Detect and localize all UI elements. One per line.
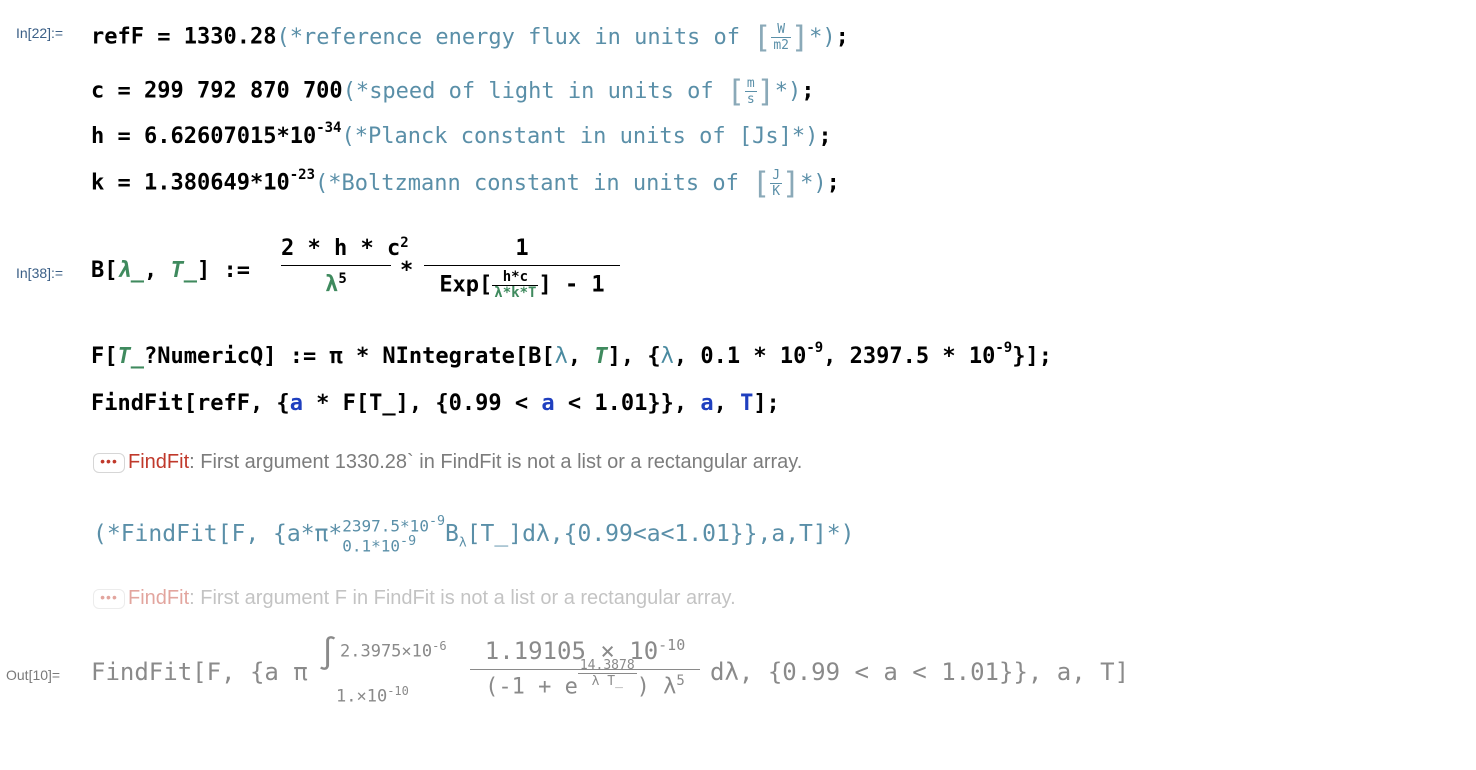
input-label-in22: In[22]:=: [16, 25, 64, 41]
output-label-out10: Out[10]=: [6, 667, 61, 683]
input-line-refF[interactable]: refF = 1330.28(*reference energy flux in…: [91, 20, 849, 55]
var-name: h: [91, 124, 105, 149]
value: 1.380649: [144, 170, 250, 196]
comment: (*Boltzmann constant in units of [J K]*): [315, 166, 827, 201]
message-findfit-2: ••• FindFit: First argument F in FindFit …: [93, 587, 736, 610]
output-findfit-head: FindFit[F, {a π: [91, 658, 308, 686]
input-label-in38: In[38]:=: [16, 265, 64, 281]
message-menu-icon[interactable]: •••: [93, 452, 125, 473]
operator: =: [117, 170, 131, 196]
input-line-k[interactable]: k = 1.380649*10-23(*Boltzmann constant i…: [91, 166, 840, 201]
integral-lower-limit: 1.×10-10: [336, 684, 409, 707]
fraction-2: 1 Exp[h*c λ*k*T] - 1: [424, 236, 620, 301]
input-line-h[interactable]: h = 6.62607015*10-34(*Planck constant in…: [91, 120, 832, 149]
fraction-1: 2 * h * c2 λ5: [281, 235, 409, 297]
commented-findfit[interactable]: (*FindFit[F, {a*π* 2397.5*10-9 0.1*10-9 Bλ[…: [93, 514, 854, 555]
comment: (*speed of light in units of [m s]*): [342, 74, 802, 109]
planck-def-lhs[interactable]: B[λ_, T_] :=: [91, 258, 250, 283]
value: 6.62607015: [144, 124, 277, 149]
comment: (*reference energy flux in units of [Wm2…: [276, 20, 836, 55]
var-name: c: [91, 78, 105, 104]
message-menu-icon[interactable]: •••: [93, 588, 125, 609]
integral-sign-icon: ∫: [318, 634, 338, 672]
F-definition[interactable]: F[T_?NumericQ] := π * NIntegrate[B[λ, T]…: [91, 340, 1052, 369]
output-findfit-tail: dλ, {0.99 < a < 1.01}}, a, T]: [710, 658, 1130, 686]
value: 299 792 870 700: [144, 78, 343, 104]
message-findfit-1: ••• FindFit: First argument 1330.28` in F…: [93, 451, 802, 474]
output-fraction: 1.19105 × 10-10 (-1 + e 14.3878 λ T_) λ5: [470, 636, 700, 703]
integral-upper-limit: 2.3975×10-6: [340, 639, 447, 662]
times-operator: *: [400, 258, 414, 283]
operator: =: [117, 124, 131, 149]
operator: =: [117, 78, 131, 104]
findfit-call[interactable]: FindFit[refF, {a * F[T_], {0.99 < a < 1.…: [91, 391, 780, 416]
var-name: refF: [91, 24, 144, 50]
comment: (*Planck constant in units of [Js]*): [341, 124, 819, 149]
value: 1330.28: [183, 24, 277, 50]
input-line-c[interactable]: c = 299 792 870 700(*speed of light in u…: [91, 74, 815, 109]
var-name: k: [91, 170, 105, 196]
operator: =: [157, 24, 171, 50]
